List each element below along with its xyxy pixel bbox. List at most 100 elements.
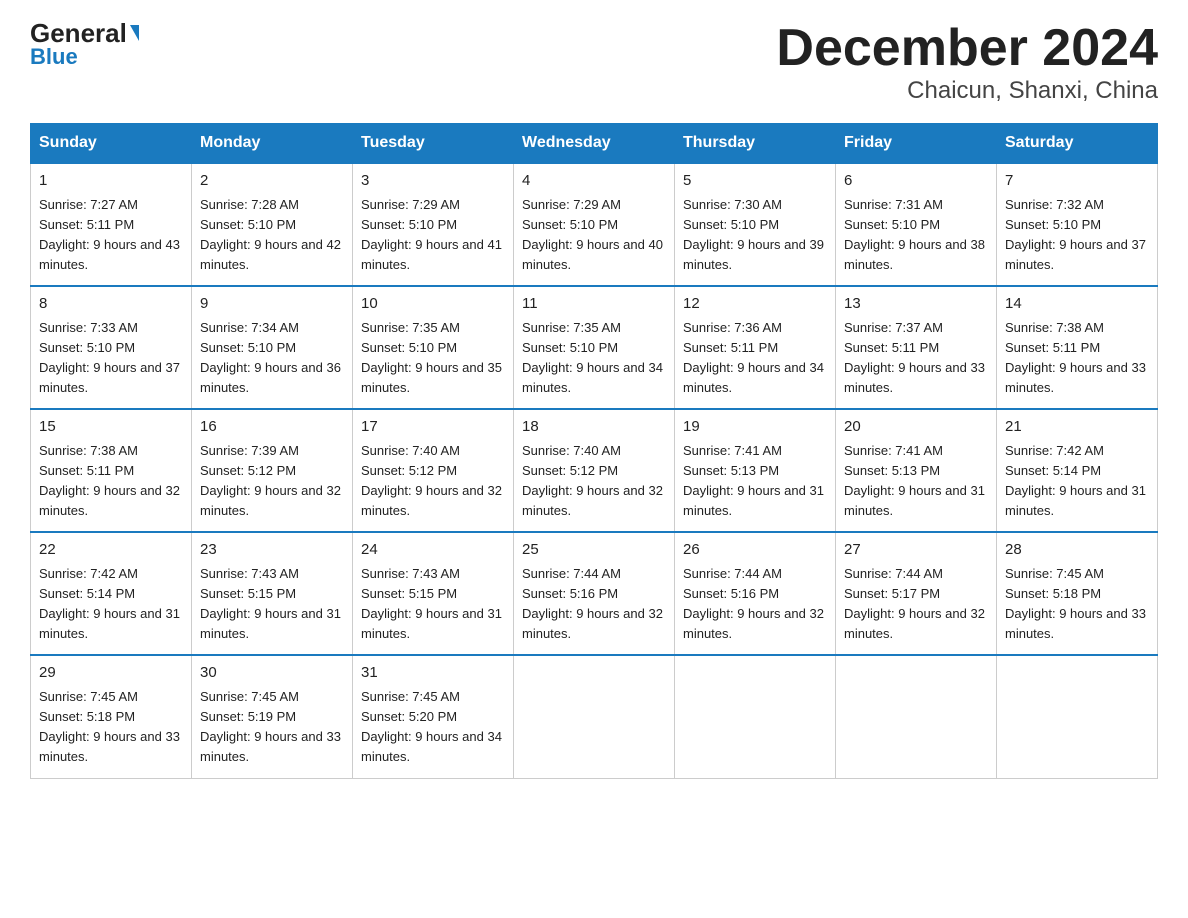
calendar-table: SundayMondayTuesdayWednesdayThursdayFrid… xyxy=(30,123,1158,778)
day-info: Sunrise: 7:34 AMSunset: 5:10 PMDaylight:… xyxy=(200,318,344,399)
calendar-cell: 23 Sunrise: 7:43 AMSunset: 5:15 PMDaylig… xyxy=(192,532,353,655)
calendar-cell: 25 Sunrise: 7:44 AMSunset: 5:16 PMDaylig… xyxy=(514,532,675,655)
page-subtitle: Chaicun, Shanxi, China xyxy=(776,77,1158,105)
day-number: 20 xyxy=(844,416,988,439)
calendar-cell: 6 Sunrise: 7:31 AMSunset: 5:10 PMDayligh… xyxy=(836,163,997,286)
day-info: Sunrise: 7:35 AMSunset: 5:10 PMDaylight:… xyxy=(361,318,505,399)
calendar-cell: 18 Sunrise: 7:40 AMSunset: 5:12 PMDaylig… xyxy=(514,409,675,532)
day-number: 21 xyxy=(1005,416,1149,439)
day-number: 9 xyxy=(200,293,344,316)
calendar-cell: 20 Sunrise: 7:41 AMSunset: 5:13 PMDaylig… xyxy=(836,409,997,532)
calendar-cell: 13 Sunrise: 7:37 AMSunset: 5:11 PMDaylig… xyxy=(836,286,997,409)
page-title: December 2024 xyxy=(776,20,1158,77)
day-number: 6 xyxy=(844,170,988,193)
day-info: Sunrise: 7:42 AMSunset: 5:14 PMDaylight:… xyxy=(39,564,183,645)
calendar-week-row: 15 Sunrise: 7:38 AMSunset: 5:11 PMDaylig… xyxy=(31,409,1158,532)
calendar-cell xyxy=(997,655,1158,778)
day-number: 19 xyxy=(683,416,827,439)
day-number: 29 xyxy=(39,662,183,685)
calendar-cell: 7 Sunrise: 7:32 AMSunset: 5:10 PMDayligh… xyxy=(997,163,1158,286)
calendar-cell: 17 Sunrise: 7:40 AMSunset: 5:12 PMDaylig… xyxy=(353,409,514,532)
calendar-cell: 28 Sunrise: 7:45 AMSunset: 5:18 PMDaylig… xyxy=(997,532,1158,655)
calendar-week-row: 1 Sunrise: 7:27 AMSunset: 5:11 PMDayligh… xyxy=(31,163,1158,286)
weekday-header-monday: Monday xyxy=(192,124,353,164)
calendar-week-row: 22 Sunrise: 7:42 AMSunset: 5:14 PMDaylig… xyxy=(31,532,1158,655)
calendar-cell: 22 Sunrise: 7:42 AMSunset: 5:14 PMDaylig… xyxy=(31,532,192,655)
day-info: Sunrise: 7:37 AMSunset: 5:11 PMDaylight:… xyxy=(844,318,988,399)
logo-blue: Blue xyxy=(30,44,78,70)
title-area: December 2024 Chaicun, Shanxi, China xyxy=(776,20,1158,105)
calendar-cell: 12 Sunrise: 7:36 AMSunset: 5:11 PMDaylig… xyxy=(675,286,836,409)
day-info: Sunrise: 7:35 AMSunset: 5:10 PMDaylight:… xyxy=(522,318,666,399)
day-info: Sunrise: 7:41 AMSunset: 5:13 PMDaylight:… xyxy=(844,441,988,522)
day-number: 31 xyxy=(361,662,505,685)
day-info: Sunrise: 7:29 AMSunset: 5:10 PMDaylight:… xyxy=(361,195,505,276)
day-number: 24 xyxy=(361,539,505,562)
day-info: Sunrise: 7:36 AMSunset: 5:11 PMDaylight:… xyxy=(683,318,827,399)
calendar-cell: 4 Sunrise: 7:29 AMSunset: 5:10 PMDayligh… xyxy=(514,163,675,286)
page-header: General Blue December 2024 Chaicun, Shan… xyxy=(30,20,1158,105)
weekday-header-thursday: Thursday xyxy=(675,124,836,164)
day-number: 16 xyxy=(200,416,344,439)
weekday-header-wednesday: Wednesday xyxy=(514,124,675,164)
day-number: 10 xyxy=(361,293,505,316)
day-info: Sunrise: 7:40 AMSunset: 5:12 PMDaylight:… xyxy=(361,441,505,522)
calendar-cell: 2 Sunrise: 7:28 AMSunset: 5:10 PMDayligh… xyxy=(192,163,353,286)
day-number: 30 xyxy=(200,662,344,685)
day-number: 23 xyxy=(200,539,344,562)
weekday-header-row: SundayMondayTuesdayWednesdayThursdayFrid… xyxy=(31,124,1158,164)
day-info: Sunrise: 7:42 AMSunset: 5:14 PMDaylight:… xyxy=(1005,441,1149,522)
day-number: 4 xyxy=(522,170,666,193)
day-info: Sunrise: 7:44 AMSunset: 5:16 PMDaylight:… xyxy=(683,564,827,645)
day-info: Sunrise: 7:29 AMSunset: 5:10 PMDaylight:… xyxy=(522,195,666,276)
day-info: Sunrise: 7:38 AMSunset: 5:11 PMDaylight:… xyxy=(39,441,183,522)
calendar-cell: 9 Sunrise: 7:34 AMSunset: 5:10 PMDayligh… xyxy=(192,286,353,409)
calendar-cell xyxy=(514,655,675,778)
day-number: 11 xyxy=(522,293,666,316)
weekday-header-saturday: Saturday xyxy=(997,124,1158,164)
day-info: Sunrise: 7:44 AMSunset: 5:17 PMDaylight:… xyxy=(844,564,988,645)
calendar-cell: 27 Sunrise: 7:44 AMSunset: 5:17 PMDaylig… xyxy=(836,532,997,655)
day-info: Sunrise: 7:31 AMSunset: 5:10 PMDaylight:… xyxy=(844,195,988,276)
calendar-cell: 1 Sunrise: 7:27 AMSunset: 5:11 PMDayligh… xyxy=(31,163,192,286)
calendar-cell: 5 Sunrise: 7:30 AMSunset: 5:10 PMDayligh… xyxy=(675,163,836,286)
day-number: 22 xyxy=(39,539,183,562)
calendar-cell xyxy=(675,655,836,778)
day-info: Sunrise: 7:44 AMSunset: 5:16 PMDaylight:… xyxy=(522,564,666,645)
day-number: 26 xyxy=(683,539,827,562)
calendar-cell: 24 Sunrise: 7:43 AMSunset: 5:15 PMDaylig… xyxy=(353,532,514,655)
weekday-header-tuesday: Tuesday xyxy=(353,124,514,164)
day-info: Sunrise: 7:41 AMSunset: 5:13 PMDaylight:… xyxy=(683,441,827,522)
day-number: 18 xyxy=(522,416,666,439)
day-info: Sunrise: 7:27 AMSunset: 5:11 PMDaylight:… xyxy=(39,195,183,276)
day-number: 8 xyxy=(39,293,183,316)
calendar-cell: 11 Sunrise: 7:35 AMSunset: 5:10 PMDaylig… xyxy=(514,286,675,409)
calendar-cell: 14 Sunrise: 7:38 AMSunset: 5:11 PMDaylig… xyxy=(997,286,1158,409)
day-info: Sunrise: 7:43 AMSunset: 5:15 PMDaylight:… xyxy=(361,564,505,645)
calendar-cell xyxy=(836,655,997,778)
day-number: 28 xyxy=(1005,539,1149,562)
day-info: Sunrise: 7:28 AMSunset: 5:10 PMDaylight:… xyxy=(200,195,344,276)
calendar-cell: 31 Sunrise: 7:45 AMSunset: 5:20 PMDaylig… xyxy=(353,655,514,778)
day-number: 7 xyxy=(1005,170,1149,193)
day-info: Sunrise: 7:32 AMSunset: 5:10 PMDaylight:… xyxy=(1005,195,1149,276)
day-number: 2 xyxy=(200,170,344,193)
day-info: Sunrise: 7:43 AMSunset: 5:15 PMDaylight:… xyxy=(200,564,344,645)
calendar-week-row: 29 Sunrise: 7:45 AMSunset: 5:18 PMDaylig… xyxy=(31,655,1158,778)
calendar-cell: 10 Sunrise: 7:35 AMSunset: 5:10 PMDaylig… xyxy=(353,286,514,409)
weekday-header-friday: Friday xyxy=(836,124,997,164)
calendar-week-row: 8 Sunrise: 7:33 AMSunset: 5:10 PMDayligh… xyxy=(31,286,1158,409)
day-number: 13 xyxy=(844,293,988,316)
day-info: Sunrise: 7:45 AMSunset: 5:20 PMDaylight:… xyxy=(361,687,505,768)
logo-general: General xyxy=(30,20,139,46)
calendar-cell: 3 Sunrise: 7:29 AMSunset: 5:10 PMDayligh… xyxy=(353,163,514,286)
day-info: Sunrise: 7:45 AMSunset: 5:18 PMDaylight:… xyxy=(39,687,183,768)
day-number: 5 xyxy=(683,170,827,193)
day-info: Sunrise: 7:39 AMSunset: 5:12 PMDaylight:… xyxy=(200,441,344,522)
calendar-cell: 19 Sunrise: 7:41 AMSunset: 5:13 PMDaylig… xyxy=(675,409,836,532)
calendar-cell: 15 Sunrise: 7:38 AMSunset: 5:11 PMDaylig… xyxy=(31,409,192,532)
day-info: Sunrise: 7:38 AMSunset: 5:11 PMDaylight:… xyxy=(1005,318,1149,399)
day-info: Sunrise: 7:40 AMSunset: 5:12 PMDaylight:… xyxy=(522,441,666,522)
calendar-cell: 21 Sunrise: 7:42 AMSunset: 5:14 PMDaylig… xyxy=(997,409,1158,532)
day-info: Sunrise: 7:33 AMSunset: 5:10 PMDaylight:… xyxy=(39,318,183,399)
